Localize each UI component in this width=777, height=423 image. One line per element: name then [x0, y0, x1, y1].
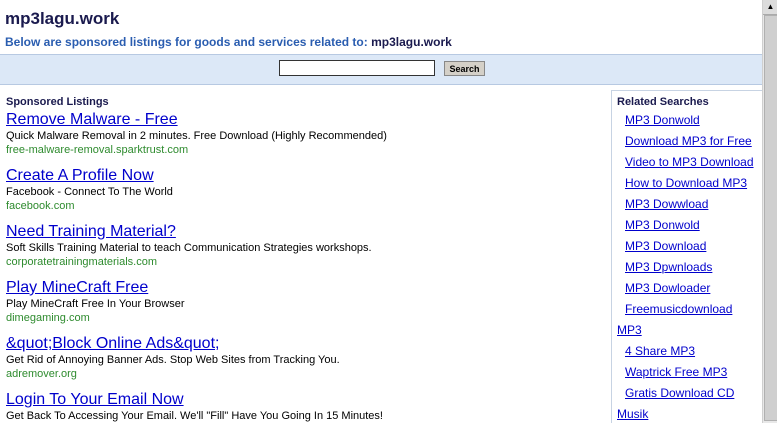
related-search-link[interactable]: Freemusicdownload [612, 299, 762, 320]
header: mp3lagu.work Below are sponsored listing… [5, 8, 755, 50]
vertical-scrollbar[interactable]: ▲ [762, 0, 777, 423]
listing-title-link[interactable]: Login To Your Email Now [6, 390, 602, 409]
listing-description: Get Back To Accessing Your Email. We'll … [6, 410, 383, 422]
listing-item: Play MineCraft Free Play MineCraft Free … [6, 278, 602, 325]
listing-url-link[interactable]: corporatetrainingmaterials.com [6, 255, 602, 269]
related-searches: Related Searches MP3 Donwold Download MP… [611, 90, 762, 423]
sponsored-listings: Sponsored Listings Remove Malware - Free… [6, 96, 602, 423]
listing-description: Get Rid of Annoying Banner Ads. Stop Web… [6, 354, 340, 366]
scroll-up-arrow-icon[interactable]: ▲ [763, 0, 777, 15]
scrollbar-thumb[interactable] [764, 15, 777, 421]
related-search-link[interactable]: MP3 Donwold [612, 215, 762, 236]
listing-title-link[interactable]: Play MineCraft Free [6, 278, 602, 297]
page: mp3lagu.work Below are sponsored listing… [0, 0, 762, 423]
search-input[interactable] [279, 60, 435, 76]
listing-url-link[interactable]: adremover.org [6, 367, 602, 381]
listing-title-link[interactable]: Need Training Material? [6, 222, 602, 241]
related-search-link[interactable]: Gratis Download CD [612, 383, 762, 404]
listing-url-link[interactable]: facebook.com [6, 199, 602, 213]
related-search-link[interactable]: MP3 Download [612, 236, 762, 257]
listing-description: Quick Malware Removal in 2 minutes. Free… [6, 130, 387, 142]
listing-item: Create A Profile Now Facebook - Connect … [6, 166, 602, 213]
listing-description: Facebook - Connect To The World [6, 186, 173, 198]
related-searches-heading: Related Searches [617, 96, 709, 108]
listing-description: Play MineCraft Free In Your Browser [6, 298, 185, 310]
listing-item: &quot;Block Online Ads&quot; Get Rid of … [6, 334, 602, 381]
related-search-link[interactable]: MP3 Donwold [612, 110, 762, 131]
related-search-link[interactable]: MP3 Dpwnloads [612, 257, 762, 278]
related-search-link[interactable]: Download MP3 for Free [612, 131, 762, 152]
search-bar: Search [0, 54, 762, 85]
listing-description: Soft Skills Training Material to teach C… [6, 242, 372, 254]
listing-item: Remove Malware - Free Quick Malware Remo… [6, 110, 602, 157]
related-search-link[interactable]: How to Download MP3 [612, 173, 762, 194]
site-title: mp3lagu.work [5, 9, 120, 28]
subtitle: Below are sponsored listings for goods a… [5, 34, 755, 50]
subtitle-prefix: Below are sponsored listings for goods a… [5, 35, 368, 49]
listing-url-link[interactable]: free-malware-removal.sparktrust.com [6, 143, 602, 157]
related-search-link[interactable]: 4 Share MP3 [612, 341, 762, 362]
subtitle-domain: mp3lagu.work [371, 35, 452, 49]
listing-item: Need Training Material? Soft Skills Trai… [6, 222, 602, 269]
listing-title-link[interactable]: &quot;Block Online Ads&quot; [6, 334, 602, 353]
related-search-link[interactable]: Musik [612, 404, 762, 423]
related-search-link[interactable]: MP3 Dowwload [612, 194, 762, 215]
listings-heading: Sponsored Listings [6, 96, 109, 108]
related-search-link[interactable]: MP3 Dowloader [612, 278, 762, 299]
listing-url-link[interactable]: dimegaming.com [6, 311, 602, 325]
related-search-link[interactable]: Video to MP3 Download [612, 152, 762, 173]
related-search-link[interactable]: MP3 [612, 320, 762, 341]
listing-title-link[interactable]: Remove Malware - Free [6, 110, 602, 129]
related-search-link[interactable]: Waptrick Free MP3 [612, 362, 762, 383]
listing-item: Login To Your Email Now Get Back To Acce… [6, 390, 602, 423]
listing-title-link[interactable]: Create A Profile Now [6, 166, 602, 185]
search-button[interactable]: Search [444, 61, 485, 76]
